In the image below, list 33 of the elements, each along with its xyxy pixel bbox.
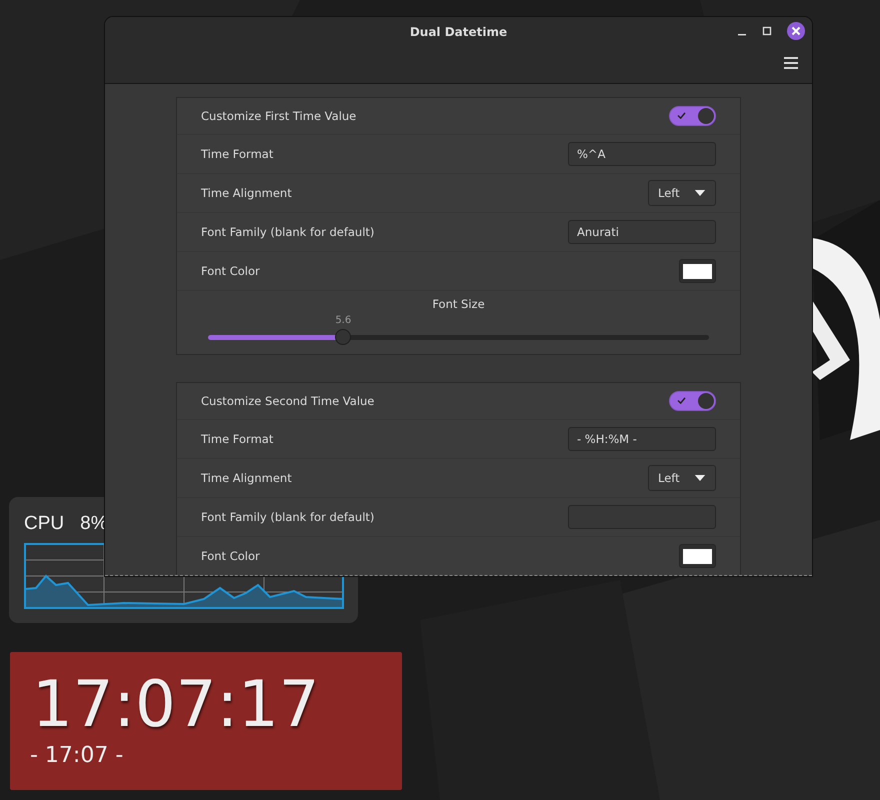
setting-label: Time Format: [201, 147, 274, 161]
alignment-dropdown[interactable]: Left: [648, 180, 716, 206]
check-icon: [677, 112, 686, 119]
setting-label: Font Family (blank for default): [201, 510, 374, 524]
slider-thumb[interactable]: [335, 329, 352, 345]
window-title: Dual Datetime: [410, 24, 508, 39]
close-icon[interactable]: [787, 22, 805, 40]
text-field[interactable]: %^A: [568, 142, 716, 166]
caret-icon: [694, 190, 706, 196]
toggle-switch[interactable]: [669, 391, 716, 411]
slider-label: Font Size: [431, 297, 486, 311]
alignment-dropdown[interactable]: Left: [648, 465, 716, 491]
menu-icon[interactable]: [784, 57, 798, 69]
text-field[interactable]: - %H:%M -: [568, 427, 716, 451]
check-icon: [677, 397, 686, 404]
clock-time: 17:07:17: [32, 668, 320, 742]
color-button[interactable]: [679, 259, 716, 283]
color-button[interactable]: [679, 544, 716, 568]
cpu-label: CPU: [24, 512, 64, 536]
setting-label: Font Color: [201, 264, 260, 278]
setting-label: Time Format: [201, 432, 274, 446]
caret-icon: [694, 475, 706, 481]
setting-label: Customize First Time Value: [201, 109, 356, 123]
setting-label: Time Alignment: [201, 186, 292, 200]
setting-label: Font Color: [201, 549, 260, 563]
setting-label: Customize Second Time Value: [201, 394, 374, 408]
clock-secondary-time: - 17:07 -: [30, 742, 124, 770]
setting-label: Font Family (blank for default): [201, 225, 374, 239]
setting-label: Time Alignment: [201, 471, 292, 485]
text-field[interactable]: Anurati: [568, 220, 716, 244]
maximize-icon[interactable]: [762, 26, 772, 36]
slider-reading: 5.6: [335, 315, 352, 326]
toggle-switch[interactable]: [669, 106, 716, 126]
